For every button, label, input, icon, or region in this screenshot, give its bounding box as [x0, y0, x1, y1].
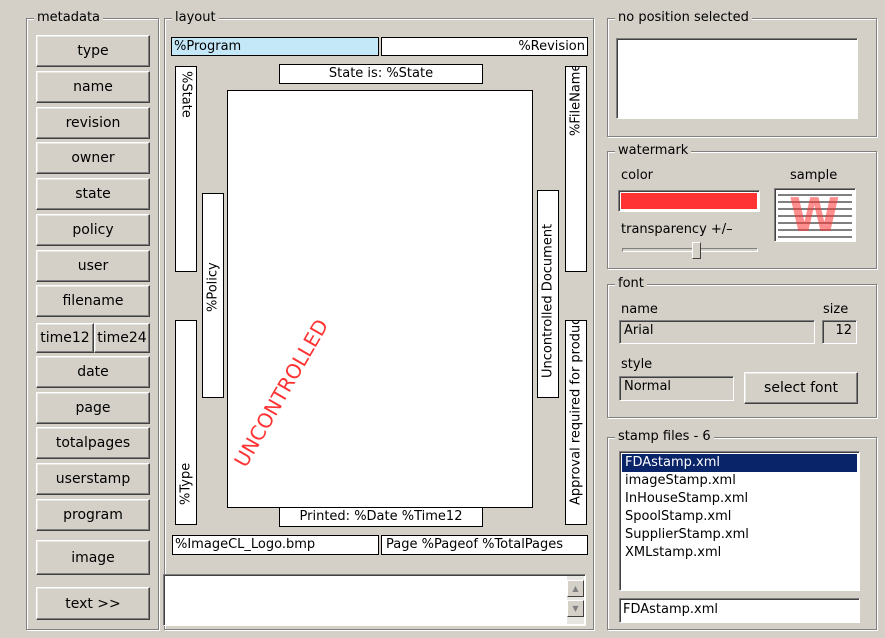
sample-label: sample: [790, 168, 838, 183]
policy-vertical-field[interactable]: %Policy: [202, 193, 224, 398]
page-canvas[interactable]: UNCONTROLLED: [227, 90, 533, 508]
font-name-label: name: [621, 302, 658, 317]
list-item[interactable]: SupplierStamp.xml: [622, 526, 857, 544]
user-button[interactable]: user: [36, 250, 150, 282]
list-item[interactable]: imageStamp.xml: [622, 472, 857, 490]
watermark-legend: watermark: [615, 143, 692, 159]
sample-box: W: [774, 188, 856, 242]
owner-button[interactable]: owner: [36, 142, 150, 174]
text-area[interactable]: ▲ ▼: [163, 574, 586, 626]
text-button[interactable]: text >>: [36, 587, 150, 620]
position-box: [616, 38, 858, 119]
policy-button[interactable]: policy: [36, 214, 150, 246]
text-area-scrollbar[interactable]: ▲ ▼: [567, 576, 584, 624]
state-button[interactable]: state: [36, 178, 150, 210]
approval-label: Approval required for production: [568, 320, 584, 505]
slider-thumb[interactable]: [692, 242, 702, 259]
transparency-label: transparency +/–: [621, 222, 733, 237]
list-item[interactable]: XMLstamp.xml: [622, 544, 857, 562]
font-size-field: 12: [822, 320, 857, 344]
name-button[interactable]: name: [36, 71, 150, 103]
uncontrolled-doc-label: Uncontrolled Document: [540, 223, 556, 378]
program-button[interactable]: program: [36, 499, 150, 531]
font-size-label: size: [823, 302, 849, 317]
revision-field[interactable]: %Revision: [381, 37, 588, 56]
watermark-text: UNCONTROLLED: [229, 314, 334, 472]
page-of-field[interactable]: Page %Pageof %TotalPages: [381, 535, 588, 555]
approval-vertical-field[interactable]: Approval required for production: [565, 320, 587, 525]
slider-track: [622, 248, 758, 252]
type-button[interactable]: type: [36, 35, 150, 67]
policy-vertical-label: %Policy: [205, 262, 221, 312]
date-button[interactable]: date: [36, 356, 150, 388]
program-field[interactable]: %Program: [171, 37, 379, 56]
position-legend: no position selected: [615, 10, 752, 26]
select-font-button[interactable]: select font: [744, 372, 858, 404]
userstamp-button[interactable]: userstamp: [36, 463, 150, 495]
color-label: color: [621, 168, 654, 183]
transparency-slider[interactable]: [620, 242, 760, 264]
revision-button[interactable]: revision: [36, 107, 150, 139]
time12-button[interactable]: time12: [36, 323, 94, 353]
stamp-file-input[interactable]: FDAstamp.xml: [619, 598, 860, 623]
state-vertical-field[interactable]: %State: [175, 66, 197, 272]
stamp-files-list[interactable]: FDAstamp.xml imageStamp.xml InHouseStamp.x…: [619, 451, 860, 591]
scroll-up-arrow-icon[interactable]: ▲: [567, 580, 584, 597]
printed-field[interactable]: Printed: %Date %Time12: [279, 507, 483, 527]
color-swatch-fill: [621, 193, 757, 209]
font-style-field: Normal: [619, 376, 734, 401]
image-button[interactable]: image: [36, 540, 150, 575]
list-item[interactable]: SpoolStamp.xml: [622, 508, 857, 526]
font-style-label: style: [621, 357, 653, 372]
scroll-down-arrow-icon[interactable]: ▼: [567, 600, 584, 617]
list-item[interactable]: FDAstamp.xml: [622, 454, 857, 472]
color-swatch[interactable]: [618, 190, 760, 212]
list-item[interactable]: InHouseStamp.xml: [622, 490, 857, 508]
page-button[interactable]: page: [36, 392, 150, 424]
filename-vertical-field[interactable]: %FileName: [565, 66, 587, 272]
stamp-file-input-value: FDAstamp.xml: [623, 602, 719, 617]
totalpages-button[interactable]: totalpages: [36, 427, 150, 459]
sample-letter: W: [789, 188, 840, 242]
image-logo-field[interactable]: %ImageCL_Logo.bmp: [172, 535, 379, 555]
type-vertical-field[interactable]: %Type: [175, 320, 197, 525]
state-is-field[interactable]: State is: %State: [279, 64, 483, 84]
metadata-legend: metadata: [34, 10, 104, 26]
time24-button[interactable]: time24: [94, 323, 150, 353]
layout-legend: layout: [172, 10, 219, 26]
filename-vertical-label: %FileName: [568, 66, 584, 136]
font-name-field: Arial: [619, 320, 815, 344]
uncontrolled-doc-vertical-field[interactable]: Uncontrolled Document: [537, 190, 559, 398]
state-vertical-label: %State: [178, 71, 194, 118]
type-vertical-label: %Type: [178, 462, 194, 505]
font-legend: font: [615, 276, 647, 292]
stamp-files-legend: stamp files - 6: [615, 429, 714, 445]
filename-button[interactable]: filename: [36, 285, 150, 317]
